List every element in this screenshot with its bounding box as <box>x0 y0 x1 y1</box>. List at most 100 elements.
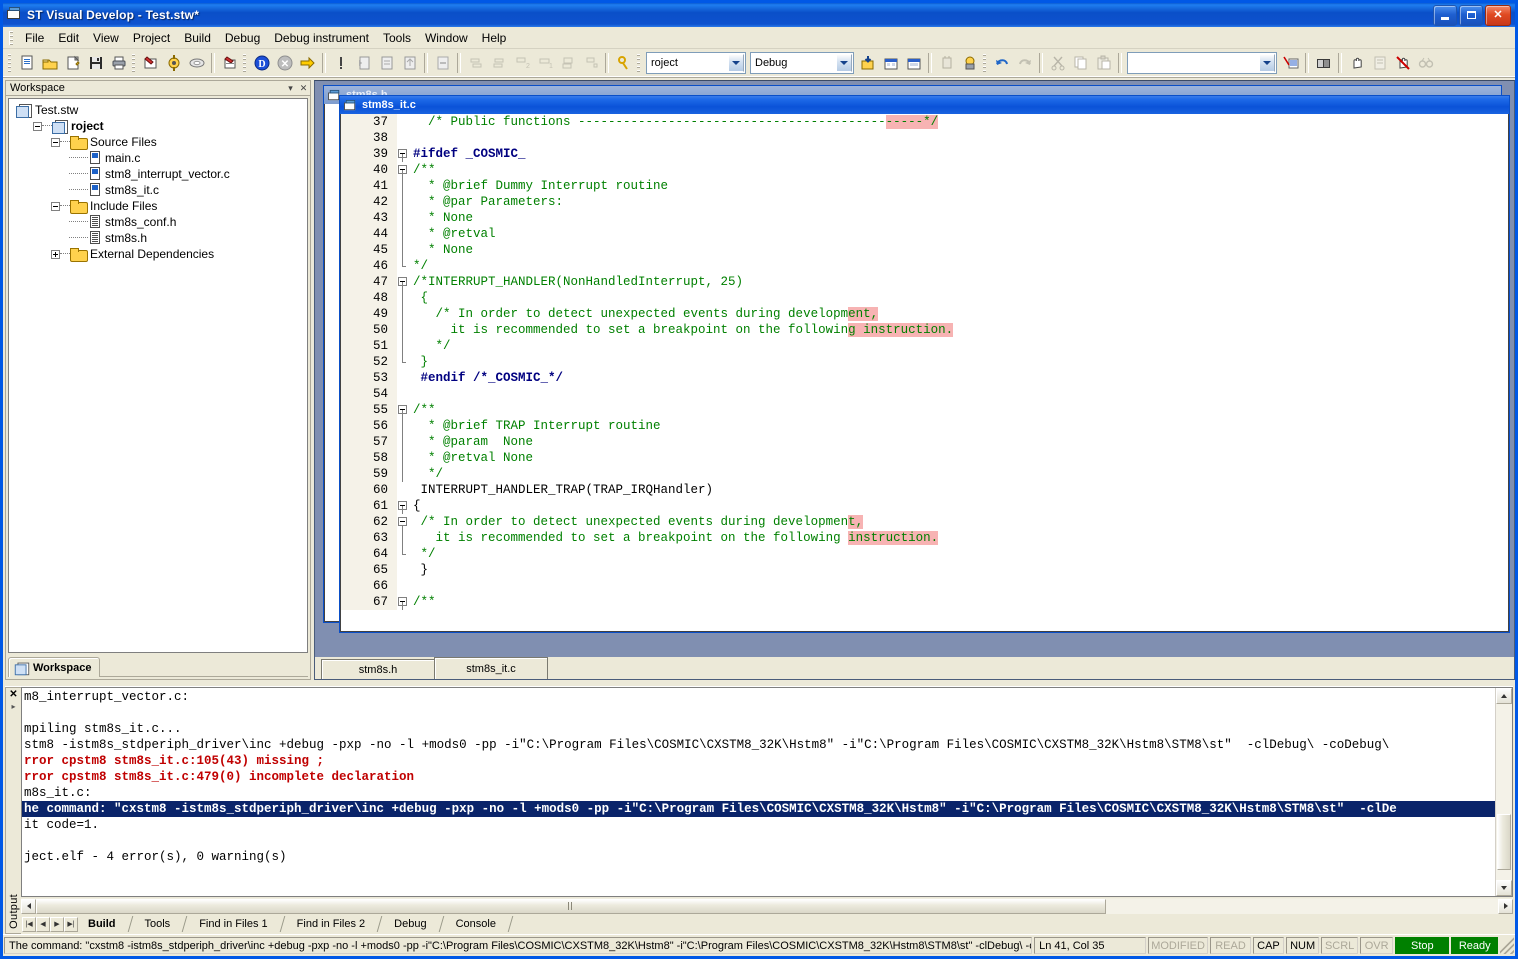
tree-item[interactable]: main.c <box>11 150 305 166</box>
toolbar-gripper-file[interactable] <box>8 54 11 72</box>
code-line[interactable]: 52 } <box>341 354 1508 370</box>
code-line[interactable]: 37 /* Public functions -----------------… <box>341 114 1508 130</box>
editor-tab-stm8s-it-c[interactable]: stm8s_it.c <box>434 657 548 679</box>
code-line[interactable]: 47 /*INTERRUPT_HANDLER(NonHandledInterrup… <box>341 274 1508 290</box>
save-icon[interactable] <box>84 52 107 74</box>
project-combo[interactable]: roject <box>646 52 746 74</box>
open-file-icon[interactable] <box>38 52 61 74</box>
close-button[interactable]: ✕ <box>1485 4 1511 26</box>
output-tab-find-in-files-2[interactable]: Find in Files 2 <box>287 915 375 933</box>
find-in-files-icon[interactable] <box>1279 52 1302 74</box>
code-view[interactable]: 37 /* Public functions -----------------… <box>341 114 1508 610</box>
fold-margin[interactable] <box>397 530 413 546</box>
fold-margin[interactable] <box>397 370 413 386</box>
fold-margin[interactable] <box>397 498 413 514</box>
code-line[interactable]: 46 */ <box>341 258 1508 274</box>
fold-margin[interactable] <box>397 562 413 578</box>
fold-margin[interactable] <box>397 322 413 338</box>
output-horizontal-scrollbar[interactable] <box>21 898 1513 914</box>
code-line[interactable]: 41 * @brief Dummy Interrupt routine <box>341 178 1508 194</box>
tree-collapse-icon[interactable] <box>51 137 60 147</box>
redo-icon[interactable] <box>1013 52 1036 74</box>
stop-debug-icon[interactable]: ✕ <box>273 52 296 74</box>
remove-files-icon[interactable] <box>902 52 925 74</box>
add-files-icon[interactable] <box>879 52 902 74</box>
output-close-icon[interactable]: ✕ <box>9 690 17 700</box>
code-line[interactable]: 65 } <box>341 562 1508 578</box>
output-vertical-scrollbar[interactable] <box>1495 688 1512 896</box>
tree-collapse-icon[interactable] <box>51 201 60 211</box>
fold-margin[interactable] <box>397 306 413 322</box>
code-line[interactable]: 67 /** <box>341 594 1508 610</box>
toolbar-gripper-build[interactable] <box>132 54 135 72</box>
find-combo-chevron-down-icon[interactable] <box>1259 54 1275 72</box>
menu-item-build[interactable]: Build <box>177 29 218 47</box>
output-tab-tools[interactable]: Tools <box>135 915 181 933</box>
copy-icon[interactable] <box>1069 52 1092 74</box>
new-workspace-icon[interactable] <box>61 52 84 74</box>
tree-item[interactable]: Source Files <box>11 134 305 150</box>
fold-margin[interactable] <box>397 210 413 226</box>
fold-margin[interactable] <box>397 226 413 242</box>
fold-margin[interactable] <box>397 290 413 306</box>
fold-margin[interactable] <box>397 402 413 418</box>
project-combo-chevron-down-icon[interactable] <box>728 54 744 72</box>
config-combo[interactable]: Debug <box>750 52 854 74</box>
fold-margin[interactable] <box>397 114 413 130</box>
breakpoint-list-icon[interactable] <box>556 52 579 74</box>
code-line[interactable]: 38 <box>341 130 1508 146</box>
resize-grip-icon[interactable] <box>1500 937 1514 954</box>
code-line[interactable]: 49 /* In order to detect unexpected even… <box>341 306 1508 322</box>
code-line[interactable]: 57 * @param None <box>341 434 1508 450</box>
code-line[interactable]: 66 <box>341 578 1508 594</box>
output-pin-icon[interactable]: ▸ <box>11 702 15 711</box>
scroll-thumb[interactable] <box>1497 814 1511 870</box>
run-icon[interactable] <box>296 52 319 74</box>
code-line[interactable]: 58 * @retval None <box>341 450 1508 466</box>
toggle-workspace-icon[interactable] <box>1312 52 1335 74</box>
cut-icon[interactable] <box>1046 52 1069 74</box>
hscroll-right-button[interactable] <box>1498 898 1513 914</box>
step-into-icon[interactable] <box>352 52 375 74</box>
compile-icon[interactable] <box>218 52 241 74</box>
binoculars-icon[interactable] <box>1414 52 1437 74</box>
fold-margin[interactable] <box>397 418 413 434</box>
clipboard-watch-icon[interactable] <box>1368 52 1391 74</box>
tab-last-button[interactable]: ▶| <box>64 916 78 932</box>
fold-margin[interactable] <box>397 578 413 594</box>
clean-icon[interactable] <box>185 52 208 74</box>
fold-margin[interactable] <box>397 466 413 482</box>
clear-breakpoints-icon[interactable]: 1 <box>533 52 556 74</box>
fold-margin[interactable] <box>397 546 413 562</box>
fold-margin[interactable] <box>397 514 413 530</box>
code-line[interactable]: 62 /* In order to detect unexpected even… <box>341 514 1508 530</box>
advanced-breakpoint-icon[interactable] <box>579 52 602 74</box>
code-line[interactable]: 44 * @retval <box>341 226 1508 242</box>
fold-margin[interactable] <box>397 434 413 450</box>
hscroll-track[interactable] <box>36 898 1498 914</box>
code-line[interactable]: 45 * None <box>341 242 1508 258</box>
fold-margin[interactable] <box>397 274 413 290</box>
disable-breakpoint-icon[interactable]: 2 <box>510 52 533 74</box>
new-file-icon[interactable] <box>15 52 38 74</box>
run-to-cursor-icon[interactable] <box>431 52 454 74</box>
pan-hand-icon[interactable] <box>1345 52 1368 74</box>
scroll-up-button[interactable] <box>1496 688 1512 704</box>
output-tab-debug[interactable]: Debug <box>384 915 436 933</box>
menubar-gripper[interactable] <box>9 30 13 45</box>
fold-margin[interactable] <box>397 450 413 466</box>
tree-expand-icon[interactable] <box>51 249 60 259</box>
code-line[interactable]: 40 /** <box>341 162 1508 178</box>
tree-item[interactable]: stm8s_conf.h <box>11 214 305 230</box>
tab-workspace[interactable]: Workspace <box>8 657 100 677</box>
step-out-icon[interactable] <box>398 52 421 74</box>
scroll-down-button[interactable] <box>1496 880 1512 896</box>
project-tree[interactable]: Test.stw roject Source Files main.c stm8_int… <box>8 98 308 653</box>
code-line[interactable]: 53 #endif /*_COSMIC_*/ <box>341 370 1508 386</box>
tab-next-button[interactable]: ▶ <box>50 916 64 932</box>
scroll-track[interactable] <box>1496 704 1512 880</box>
panel-close-icon[interactable]: ✕ <box>297 82 310 95</box>
paste-icon[interactable] <box>1092 52 1115 74</box>
code-line[interactable]: 54 <box>341 386 1508 402</box>
toolbar-gripper-debug[interactable] <box>243 54 246 72</box>
